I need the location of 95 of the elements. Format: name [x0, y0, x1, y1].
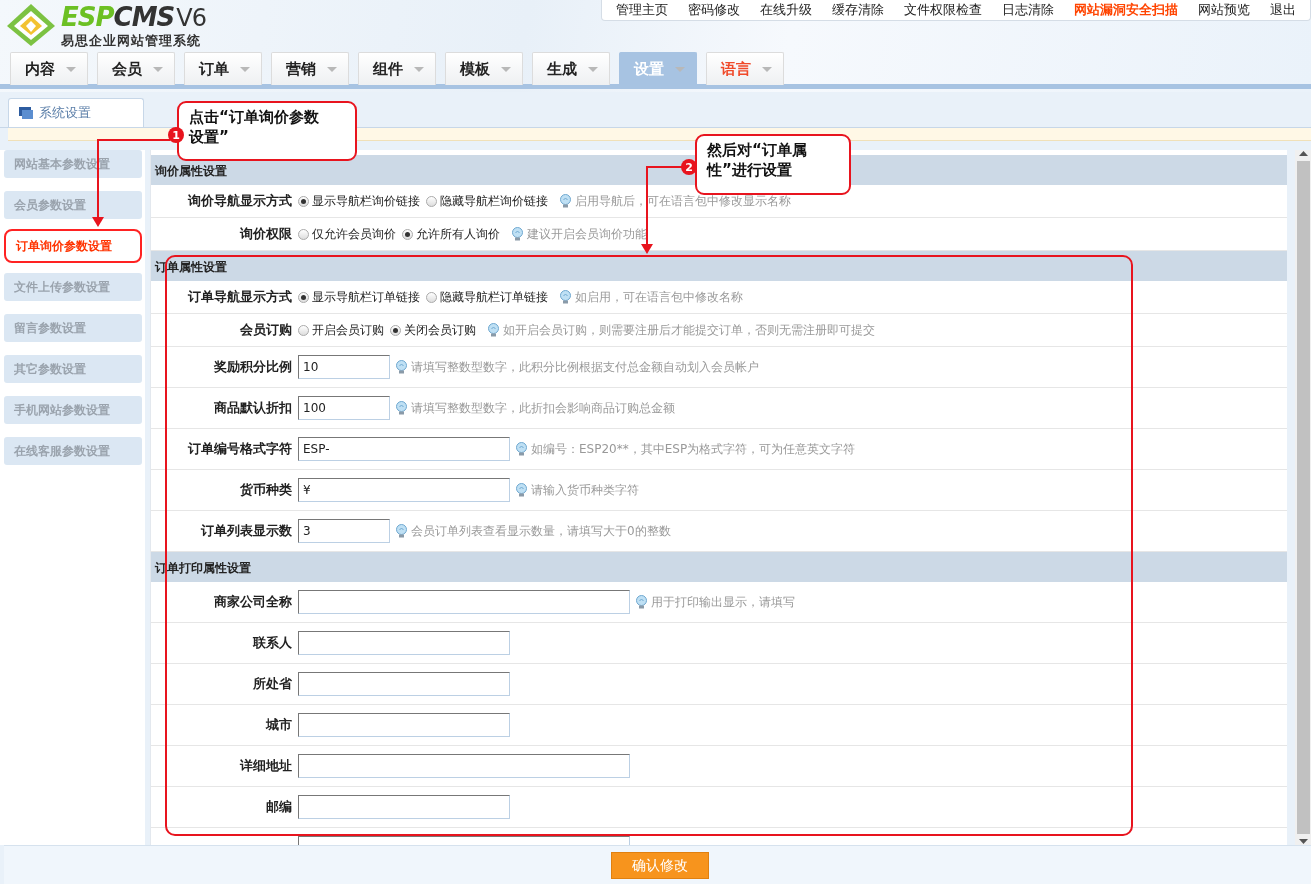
radio-button[interactable]: [426, 195, 437, 207]
nav-tab[interactable]: 订单: [184, 52, 262, 85]
hint-text: 启用导航后，可在语言包中修改显示名称: [575, 192, 791, 210]
input-field[interactable]: [298, 713, 510, 737]
input-field[interactable]: 10: [298, 355, 390, 379]
radio-button[interactable]: [298, 291, 309, 303]
lightbulb-icon: [395, 360, 408, 374]
caret-icon: [500, 65, 512, 73]
radio-button[interactable]: [426, 291, 437, 303]
caret-icon: [239, 65, 251, 73]
nav-tab[interactable]: 会员: [97, 52, 175, 85]
hint-text: 如开启会员订购，则需要注册后才能提交订单，否则无需注册即可提交: [503, 321, 875, 339]
input-field[interactable]: 100: [298, 396, 390, 420]
top-link[interactable]: 文件权限检查: [894, 1, 992, 19]
field-label: 城市: [264, 716, 293, 734]
field-label: 联系人: [252, 634, 293, 652]
field-label: 询价权限: [238, 225, 293, 243]
nav-tab[interactable]: 营销: [271, 52, 349, 85]
logo-icon: [5, 2, 57, 48]
sidebar-item[interactable]: 订单询价参数设置: [4, 229, 142, 263]
caret-icon: [326, 65, 338, 73]
field-label: 奖励积分比例: [213, 358, 293, 376]
window-icon: [19, 107, 33, 119]
field-label: 询价导航显示方式: [186, 192, 293, 210]
radio-option[interactable]: 开启会员订购: [298, 321, 384, 339]
radio-button[interactable]: [402, 228, 413, 240]
field-label: 订单编号格式字符: [187, 440, 293, 458]
lightbulb-icon: [395, 401, 408, 415]
hint-text: 请填写整数型数字，此折扣会影响商品订购总金额: [411, 399, 675, 417]
callout-text: 然后对“订单属性”进行设置: [695, 134, 851, 195]
caret-icon: [761, 65, 773, 73]
input-field[interactable]: [298, 631, 510, 655]
radio-option[interactable]: 仅允许会员询价: [298, 225, 396, 243]
logo-subtitle: 易思企业网站管理系统: [61, 32, 202, 50]
lightbulb-icon: [515, 483, 528, 497]
radio-button[interactable]: [298, 324, 309, 336]
nav-tab[interactable]: 组件: [358, 52, 436, 85]
field-label: 订单导航显示方式: [187, 288, 293, 306]
nav-tab[interactable]: 模板: [445, 52, 523, 85]
radio-option[interactable]: 隐藏导航栏询价链接: [426, 192, 548, 210]
top-link[interactable]: 退出: [1260, 1, 1306, 19]
hint-text: 会员订单列表查看显示数量，请填写大于0的整数: [411, 522, 671, 540]
field-label: 所处省: [252, 675, 293, 693]
hint-text: 请填写整数型数字，此积分比例根据支付总金额自动划入会员帐户: [411, 358, 759, 376]
radio-option[interactable]: 关闭会员订购: [390, 321, 476, 339]
field-label: 邮编: [265, 798, 293, 816]
scroll-up-icon[interactable]: [1298, 150, 1308, 158]
logo-text: ESPCMSV6: [61, 2, 206, 32]
scrollbar[interactable]: [1295, 150, 1311, 845]
field-label: 会员订购: [239, 321, 293, 339]
caret-icon: [65, 65, 77, 73]
field-label: 详细地址: [238, 757, 293, 775]
lightbulb-icon: [515, 442, 528, 456]
hint-text: 如启用，可在语言包中修改名称: [575, 288, 743, 306]
input-field[interactable]: [298, 672, 510, 696]
radio-button[interactable]: [298, 195, 309, 207]
field-label: 商家公司全称: [213, 593, 293, 611]
lightbulb-icon: [395, 524, 408, 538]
input-field[interactable]: [298, 590, 630, 614]
top-link[interactable]: 缓存清除: [822, 1, 894, 19]
input-field[interactable]: [298, 795, 510, 819]
input-field[interactable]: ESP-: [298, 437, 510, 461]
lightbulb-icon: [487, 323, 500, 337]
lightbulb-icon: [559, 194, 572, 208]
lightbulb-icon: [511, 227, 524, 241]
input-field[interactable]: ¥: [298, 478, 510, 502]
input-field[interactable]: [298, 754, 630, 778]
radio-option[interactable]: 允许所有人询价: [402, 225, 500, 243]
caret-icon: [587, 65, 599, 73]
field-label: 商品默认折扣: [213, 399, 293, 417]
lightbulb-icon: [559, 290, 572, 304]
hint-text: 用于打印输出显示，请填写: [651, 593, 795, 611]
input-field[interactable]: 3: [298, 519, 390, 543]
field-label: 订单列表显示数: [200, 522, 293, 540]
top-link[interactable]: 管理主页: [606, 1, 678, 19]
caret-icon: [674, 65, 686, 73]
radio-option[interactable]: 显示导航栏订单链接: [298, 288, 420, 306]
radio-button[interactable]: [390, 324, 401, 336]
top-link[interactable]: 日志清除: [992, 1, 1064, 19]
hint-text: 如编号：ESP20**，其中ESP为格式字符，可为任意英文字符: [531, 440, 856, 458]
page-tab[interactable]: 系统设置: [8, 98, 144, 127]
hint-text: 建议开启会员询价功能: [527, 225, 647, 243]
top-link[interactable]: 在线升级: [750, 1, 822, 19]
caret-icon: [152, 65, 164, 73]
nav-tab[interactable]: 生成: [532, 52, 610, 85]
lightbulb-icon: [635, 595, 648, 609]
caret-icon: [413, 65, 425, 73]
top-link[interactable]: 密码修改: [678, 1, 750, 19]
radio-button[interactable]: [298, 228, 309, 240]
radio-option[interactable]: 显示导航栏询价链接: [298, 192, 420, 210]
top-link[interactable]: 网站预览: [1188, 1, 1260, 19]
field-label: 货币种类: [239, 481, 293, 499]
radio-option[interactable]: 隐藏导航栏订单链接: [426, 288, 548, 306]
hint-text: 请输入货币种类字符: [531, 481, 639, 499]
nav-tab[interactable]: 内容: [10, 52, 88, 85]
